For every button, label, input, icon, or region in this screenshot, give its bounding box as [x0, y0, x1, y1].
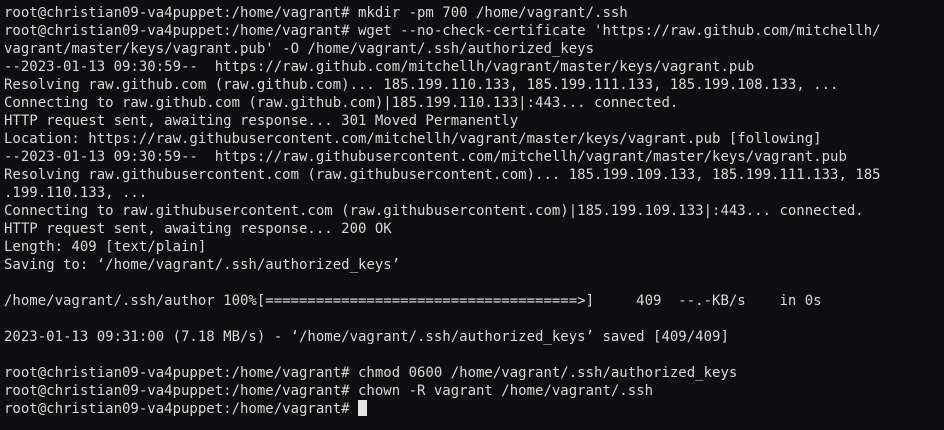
- terminal-line: 2023-01-13 09:31:00 (7.18 MB/s) - ‘/home…: [4, 329, 729, 345]
- terminal-line: Saving to: ‘/home/vagrant/.ssh/authorize…: [4, 257, 401, 273]
- terminal-line: HTTP request sent, awaiting response... …: [4, 113, 519, 129]
- terminal-line: /home/vagrant/.ssh/author 100%[=========…: [4, 293, 822, 309]
- terminal-window[interactable]: root@christian09-va4puppet:/home/vagrant…: [0, 0, 944, 430]
- terminal-line: Length: 409 [text/plain]: [4, 239, 207, 255]
- terminal-line: Connecting to raw.githubusercontent.com …: [4, 203, 864, 219]
- terminal-line: root@christian09-va4puppet:/home/vagrant…: [4, 365, 738, 381]
- terminal-line: --2023-01-13 09:30:59-- https://raw.gith…: [4, 59, 755, 75]
- prompt-line[interactable]: root@christian09-va4puppet:/home/vagrant…: [4, 400, 944, 418]
- terminal-line: Location: https://raw.githubusercontent.…: [4, 131, 822, 147]
- terminal-line: root@christian09-va4puppet:/home/vagrant…: [4, 23, 881, 39]
- terminal-line: vagrant/master/keys/vagrant.pub' -O /hom…: [4, 41, 595, 57]
- shell-prompt: root@christian09-va4puppet:/home/vagrant…: [4, 401, 359, 417]
- terminal-line: root@christian09-va4puppet:/home/vagrant…: [4, 383, 654, 399]
- terminal-line: root@christian09-va4puppet:/home/vagrant…: [4, 5, 628, 21]
- terminal-line: .199.110.133, ...: [4, 185, 148, 201]
- terminal-line: --2023-01-13 09:30:59-- https://raw.gith…: [4, 149, 847, 165]
- terminal-line: Connecting to raw.github.com (raw.github…: [4, 95, 679, 111]
- text-cursor: [358, 400, 368, 416]
- terminal-line: HTTP request sent, awaiting response... …: [4, 221, 392, 237]
- terminal-line: Resolving raw.github.com (raw.github.com…: [4, 77, 839, 93]
- terminal-line: Resolving raw.githubusercontent.com (raw…: [4, 167, 881, 183]
